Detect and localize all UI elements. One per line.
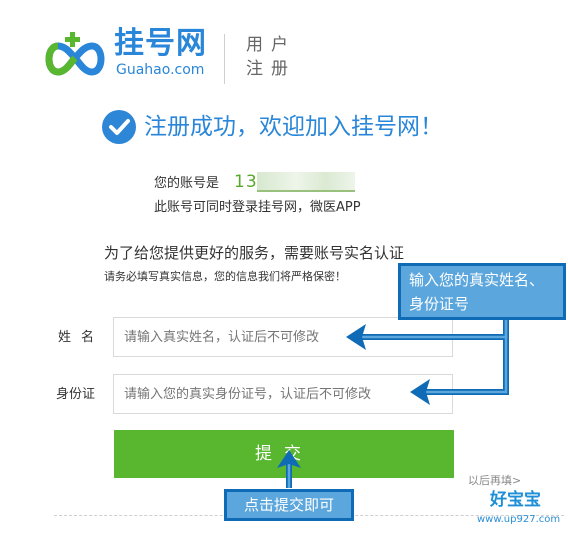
fill-hint-line2: 身份证号: [409, 295, 470, 313]
logo-name: 挂号网: [114, 26, 207, 61]
submit-hint-callout: 点击提交即可: [224, 489, 354, 521]
account-number-blur: [257, 172, 355, 192]
id-number-label: 身份证: [56, 387, 96, 402]
logo-domain: Guahao.com: [116, 62, 205, 78]
success-title: 注册成功，欢迎加入挂号网！: [144, 114, 443, 140]
account-note: 此账号可同时登录挂号网，微医APP: [154, 200, 361, 215]
watermark-name: 好宝宝: [490, 490, 541, 510]
account-label: 您的账号是: [154, 176, 220, 191]
submit-button[interactable]: 提交: [114, 430, 454, 478]
name-label: 姓名: [58, 330, 105, 345]
success-check-icon: [102, 110, 136, 144]
watermark-url: www.up927.com: [477, 514, 561, 525]
account-number: 13: [234, 172, 258, 192]
verify-heading: 为了给您提供更好的服务，需要账号实名认证: [104, 244, 405, 262]
header-title-line2: 注册: [246, 59, 296, 79]
fill-hint-line1: 输入您的真实姓名、: [409, 271, 545, 289]
verify-subtext: 请务必填写真实信息，您的信息我们将严格保密！: [104, 270, 346, 283]
guahao-logo-icon: [45, 32, 105, 76]
id-number-input[interactable]: [113, 374, 453, 414]
header-divider: [224, 34, 225, 84]
header-title-line1: 用户: [246, 35, 296, 55]
fill-hint-callout: 输入您的真实姓名、 身份证号: [398, 263, 566, 320]
fill-later-link[interactable]: 以后再填>: [468, 474, 521, 488]
name-input[interactable]: [113, 317, 453, 357]
